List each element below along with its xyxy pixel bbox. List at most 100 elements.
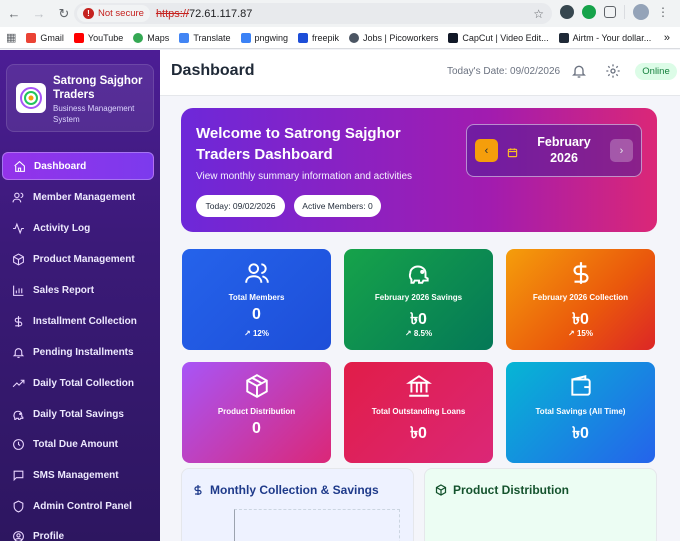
stat-card-total-members: Total Members 0 ↗ 12% [182, 249, 331, 350]
sidebar-item-label: SMS Management [33, 469, 119, 481]
url-host: 72.61.117.87 [188, 7, 253, 20]
sidebar-item-daily-total-collection[interactable]: Daily Total Collection [2, 369, 154, 397]
brand-subtitle: Business Management System [53, 104, 135, 124]
sidebar-item-label: Daily Total Savings [33, 408, 124, 420]
stat-delta: ↗ 15% [568, 329, 593, 338]
panel-title: Monthly Collection & Savings [192, 483, 379, 497]
bookmark-pngwing[interactable]: pngwing [240, 32, 288, 43]
bookmark-picoworkers[interactable]: Jobs | Picoworkers [349, 32, 438, 43]
sidebar-item-member-management[interactable]: Member Management [2, 183, 154, 211]
sidebar-item-label: Sales Report [33, 284, 95, 296]
user-icon [11, 529, 25, 541]
sidebar-item-activity-log[interactable]: Activity Log [2, 214, 154, 242]
product-distribution-panel: Product Distribution [424, 468, 657, 541]
stat-value: 0 [252, 420, 261, 437]
apps-icon[interactable]: ▦ [6, 31, 16, 44]
extension-green-icon[interactable] [582, 5, 596, 19]
chart-area [234, 509, 400, 541]
clock-icon [11, 437, 25, 451]
activity-icon [11, 221, 25, 235]
menu-icon[interactable]: ⋮ [657, 5, 669, 19]
warning-icon: ! [83, 8, 94, 19]
reload-icon[interactable]: ↻ [53, 3, 75, 25]
gear-icon[interactable] [605, 63, 621, 84]
users-icon [182, 260, 331, 286]
sidebar-item-total-due-amount[interactable]: Total Due Amount [2, 430, 154, 458]
calendar-icon [507, 145, 518, 163]
users-icon [11, 190, 25, 204]
sidebar-item-label: Installment Collection [33, 315, 137, 327]
bookmark-freepik[interactable]: freepik [298, 32, 339, 43]
sidebar-item-sms-management[interactable]: SMS Management [2, 461, 154, 489]
panel-title: Product Distribution [435, 483, 569, 497]
box-icon [182, 373, 331, 399]
security-chip[interactable]: ! Not secure [77, 5, 150, 22]
bookmark-gmail[interactable]: Gmail [26, 32, 64, 43]
bookmark-translate[interactable]: Translate [179, 32, 231, 43]
app-root: Satrong Sajghor Traders Business Managem… [0, 50, 680, 541]
current-month-label: February 2026 [537, 135, 591, 165]
monthly-collection-panel: Monthly Collection & Savings [181, 468, 414, 541]
bookmark-maps[interactable]: Maps [133, 32, 169, 43]
chevron-left-icon: ‹ [484, 144, 489, 157]
sidebar-item-label: Profile [33, 530, 65, 541]
top-header: Dashboard Today's Date: 09/02/2026 Onlin… [160, 50, 680, 96]
bank-icon [344, 373, 493, 399]
sidebar-item-installment-collection[interactable]: Installment Collection [2, 307, 154, 335]
sidebar-item-profile[interactable]: Profile [2, 522, 154, 541]
next-month-button[interactable]: › [610, 139, 633, 162]
sidebar-item-label: Total Due Amount [33, 438, 118, 450]
prev-month-button[interactable]: ‹ [475, 139, 498, 162]
stat-value: 0 [252, 306, 261, 323]
sidebar: Satrong Sajghor Traders Business Managem… [0, 50, 160, 541]
shield-icon [11, 499, 25, 513]
sidebar-item-product-management[interactable]: Product Management [2, 245, 154, 273]
back-icon[interactable]: ← [3, 3, 25, 25]
bookmarks-overflow-icon[interactable]: » [664, 32, 670, 44]
sidebar-item-label: Dashboard [34, 160, 87, 172]
welcome-banner: Welcome to Satrong Sajghor Traders Dashb… [181, 108, 657, 232]
forward-icon[interactable]: → [28, 3, 50, 25]
brand-name: Satrong Sajghor Traders [53, 75, 143, 101]
extension-icon[interactable] [560, 5, 574, 19]
bookmark-airtm[interactable]: Airtm - Your dollar... [558, 32, 651, 43]
browser-toolbar: ← → ↻ ! Not secure https://72.61.117.87 … [0, 0, 680, 27]
extensions-area: ⋮ [560, 4, 669, 20]
sidebar-item-label: Daily Total Collection [33, 377, 134, 389]
home-icon [12, 159, 26, 173]
bookmark-youtube[interactable]: YouTube [73, 32, 123, 43]
bookmarks-bar: ▦ Gmail YouTube Maps Translate pngwing f… [0, 27, 680, 49]
dollar-icon [192, 484, 204, 496]
sidebar-item-dashboard[interactable]: Dashboard [2, 152, 154, 180]
stat-label: February 2026 Collection [532, 293, 629, 302]
stat-card-total-savings: Total Savings (All Time) ৳0 [506, 362, 655, 463]
wallet-icon [506, 373, 655, 399]
sidebar-item-label: Admin Control Panel [33, 500, 132, 512]
stat-card-monthly-collection: February 2026 Collection ৳0 ↗ 15% [506, 249, 655, 350]
sidebar-item-daily-total-savings[interactable]: Daily Total Savings [2, 400, 154, 428]
url-text: https://72.61.117.87 [156, 8, 252, 20]
box-icon [435, 484, 447, 496]
message-icon [11, 468, 25, 482]
bookmark-star-icon[interactable]: ☆ [533, 7, 544, 21]
notification-bell-icon[interactable] [571, 63, 587, 84]
brand-card: Satrong Sajghor Traders Business Managem… [6, 64, 154, 132]
bookmark-capcut[interactable]: CapCut | Video Edit... [448, 32, 549, 43]
address-bar[interactable]: ! Not secure https://72.61.117.87 ☆ [74, 3, 552, 24]
profile-avatar[interactable] [633, 4, 649, 20]
main-content: Dashboard Today's Date: 09/02/2026 Onlin… [160, 50, 680, 541]
stat-label: Total Outstanding Loans [371, 407, 466, 416]
sidebar-item-label: Member Management [33, 191, 136, 203]
puzzle-icon[interactable] [604, 6, 616, 18]
sidebar-item-pending-installments[interactable]: Pending Installments [2, 338, 154, 366]
trending-up-icon [11, 376, 25, 390]
sidebar-item-admin-control-panel[interactable]: Admin Control Panel [2, 492, 154, 520]
sidebar-item-sales-report[interactable]: Sales Report [2, 276, 154, 304]
stat-card-monthly-savings: February 2026 Savings ৳0 ↗ 8.5% [344, 249, 493, 350]
brand-logo [16, 83, 46, 113]
welcome-title: Welcome to Satrong Sajghor Traders Dashb… [196, 125, 401, 163]
url-protocol: https:// [155, 7, 189, 20]
sidebar-item-label: Product Management [33, 253, 135, 265]
stat-value: ৳0 [572, 425, 589, 442]
stat-delta: ↗ 12% [244, 329, 269, 338]
